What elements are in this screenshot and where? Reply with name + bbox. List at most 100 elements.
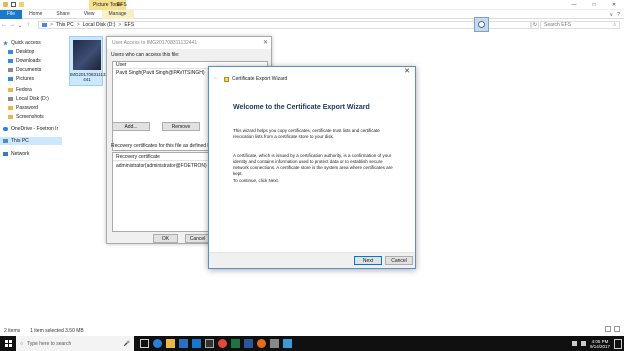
chevron-down-icon[interactable]: ⌄ <box>16 22 24 29</box>
new-folder-icon[interactable] <box>19 2 24 7</box>
breadcrumb-efs[interactable]: EFS <box>124 22 134 28</box>
close-button[interactable]: ✕ <box>604 0 624 10</box>
sidebar-item-desktop[interactable]: Desktop <box>8 48 67 56</box>
window-controls: — □ ✕ <box>564 0 624 10</box>
certificate-icon <box>224 76 229 82</box>
sidebar-item-fedora[interactable]: Fedora <box>8 86 67 94</box>
explorer-icon[interactable] <box>166 339 175 348</box>
star-icon <box>3 40 8 46</box>
sidebar-item-this-pc[interactable]: This PC <box>0 137 62 145</box>
firefox-icon[interactable] <box>257 339 266 348</box>
wizard-title-text: Certificate Export Wizard <box>232 76 288 82</box>
status-bar: 2 items 1 item selected 3.50 MB <box>0 327 624 335</box>
sidebar-item-downloads[interactable]: Downloads <box>8 57 67 65</box>
tab-home[interactable]: Home <box>22 10 49 19</box>
ok-button[interactable]: OK <box>153 234 178 243</box>
cancel-button[interactable]: Cancel <box>185 234 210 243</box>
file-item[interactable]: IMG201708311132 441 <box>69 36 108 86</box>
title-bar: Picture Tools EFS — □ ✕ <box>0 0 624 10</box>
breadcrumb-local-disk[interactable]: Local Disk (D:) <box>83 22 116 28</box>
taskbar-search-input[interactable]: ○ Type here to search 🎤 <box>16 336 134 351</box>
sidebar-item-network[interactable]: Network <box>3 150 62 158</box>
item-count: 2 items <box>4 328 21 334</box>
tab-share[interactable]: Share <box>49 10 76 19</box>
sidebar-item-label: Local Disk (D:) <box>16 96 49 102</box>
drive-icon <box>8 97 13 101</box>
sidebar-item-documents[interactable]: Documents <box>8 66 67 74</box>
edge-icon[interactable] <box>153 339 162 348</box>
recovery-label: Recovery certificates for this file as d… <box>111 143 211 149</box>
sidebar-item-label: Quick access <box>11 40 41 46</box>
sidebar-item-label: Pictures <box>16 76 35 82</box>
dialog-title: User Access to IMG201708311132441 <box>107 37 271 49</box>
properties-icon[interactable] <box>11 2 16 7</box>
tab-manage[interactable]: Manage <box>101 9 134 19</box>
notifications-icon[interactable] <box>614 338 622 349</box>
volume-icon[interactable] <box>580 341 586 346</box>
sidebar-item-label: Downloads <box>16 58 41 64</box>
tab-view[interactable]: View <box>77 10 102 19</box>
terminal-icon[interactable] <box>205 339 214 348</box>
folder-icon <box>8 88 13 92</box>
help-icon[interactable]: ? <box>617 12 620 18</box>
folder-icon <box>8 115 13 119</box>
address-bar[interactable]: > This PC > Local Disk (D:) > EFS <box>38 21 531 29</box>
clock[interactable]: 4:05 PM 9/14/2017 <box>590 339 610 349</box>
recovery-list[interactable]: Recovery certificate administrator(admin… <box>112 152 212 232</box>
search-input[interactable]: Search EFS ⌕ <box>540 21 620 29</box>
back-icon[interactable]: ← <box>0 22 8 28</box>
breadcrumb-this-pc[interactable]: This PC <box>56 22 74 28</box>
wizard-footer: Next Cancel <box>209 252 415 268</box>
network-icon <box>3 152 8 156</box>
sidebar-item-label: Desktop <box>16 49 35 55</box>
sidebar-item-local-disk[interactable]: Local Disk (D:) <box>8 95 67 103</box>
tab-file[interactable]: File <box>0 9 23 19</box>
close-icon[interactable]: ✕ <box>404 67 410 75</box>
settings-icon[interactable] <box>270 339 279 348</box>
remove-button[interactable]: Remove <box>162 122 200 131</box>
selection-info: 1 item selected 3.50 MB <box>30 328 84 334</box>
view-toggles <box>605 326 620 332</box>
network-tray-icon[interactable] <box>571 341 577 346</box>
onedrive-icon <box>3 127 8 131</box>
task-view-icon[interactable] <box>140 339 149 348</box>
sidebar-item-screenshots[interactable]: Screenshots <box>8 113 67 121</box>
next-button[interactable]: Next <box>354 256 382 265</box>
folder-icon[interactable] <box>3 2 8 7</box>
add-button[interactable]: Add... <box>112 122 150 131</box>
pictures-icon <box>8 77 13 81</box>
sidebar-item-label: Network <box>11 151 30 157</box>
expand-ribbon-icon[interactable]: ∨ <box>610 12 614 18</box>
list-item[interactable]: administrator(administrator@FOETRON) <box>113 161 211 171</box>
sidebar-item-pictures[interactable]: Pictures <box>8 75 67 83</box>
minimize-button[interactable]: — <box>564 0 584 10</box>
start-button[interactable] <box>0 336 16 351</box>
photos-icon[interactable] <box>283 339 292 348</box>
refresh-icon[interactable]: ↻ <box>531 21 539 29</box>
sidebar-item-password[interactable]: Password <box>8 104 67 112</box>
up-icon[interactable]: ↑ <box>24 22 32 28</box>
forward-icon[interactable]: → <box>8 22 16 28</box>
word-icon[interactable] <box>244 339 253 348</box>
excel-icon[interactable] <box>231 339 240 348</box>
sidebar-item-label: Password <box>16 105 38 111</box>
close-icon[interactable]: ✕ <box>263 39 268 46</box>
cancel-button[interactable]: Cancel <box>385 256 413 265</box>
sidebar-item-label: This PC <box>11 138 29 144</box>
large-icons-view-icon[interactable] <box>614 326 620 332</box>
sidebar-item-quick-access[interactable]: Quick access <box>3 39 62 47</box>
chrome-icon[interactable] <box>218 339 227 348</box>
file-name-line2: 441 <box>83 77 91 82</box>
sidebar-item-onedrive[interactable]: OneDrive - Foetron Ir <box>3 125 62 133</box>
back-icon[interactable]: ← <box>213 75 219 81</box>
maximize-button[interactable]: □ <box>584 0 604 10</box>
navigation-pane: Quick access Desktop Downloads Documents… <box>0 33 62 323</box>
microphone-icon[interactable]: 🎤 <box>124 341 130 347</box>
mail-icon[interactable] <box>192 339 201 348</box>
drag-icon-glyph <box>478 21 485 28</box>
sidebar-item-label: OneDrive - Foetron Ir <box>11 126 59 132</box>
details-view-icon[interactable] <box>605 326 611 332</box>
store-icon[interactable] <box>179 339 188 348</box>
taskbar-apps <box>140 339 292 348</box>
certificate-export-wizard: ✕ ← Certificate Export Wizard Welcome to… <box>208 66 416 269</box>
